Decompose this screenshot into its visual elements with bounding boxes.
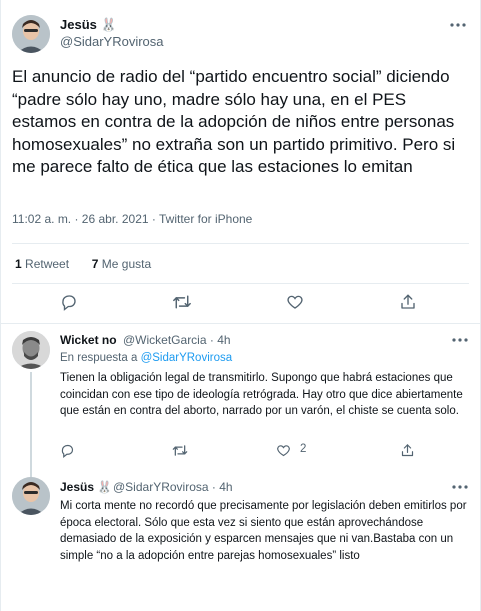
avatar[interactable] (12, 331, 50, 369)
reply-icon[interactable] (59, 292, 79, 312)
tweet-text: Mi corta mente no recordó que precisamen… (60, 500, 467, 562)
divider (12, 283, 469, 284)
author-handle[interactable]: @SidarYRovirosa · 4h (113, 480, 233, 494)
author-handle[interactable]: @WicketGarcia · 4h (123, 333, 231, 347)
author-name[interactable]: Wicket no (60, 333, 117, 347)
author-name[interactable]: Jesüs 🐰 (60, 17, 117, 33)
tweet-thread: Jesüs 🐰 @SidarYRovirosa El anuncio de ra… (0, 0, 481, 611)
tweet-stats: 1 Retweet 7 Me gusta (15, 257, 151, 271)
more-icon[interactable] (449, 16, 467, 34)
retweet-label[interactable]: Retweet (25, 257, 69, 271)
like-count: 2 (300, 443, 307, 455)
tweet-meta[interactable]: 11:02 a. m. · 26 abr. 2021 · Twitter for… (12, 212, 252, 226)
retweet-icon[interactable] (172, 442, 188, 458)
retweet-count[interactable]: 1 (15, 257, 22, 271)
more-icon[interactable] (451, 331, 469, 349)
share-icon[interactable] (399, 442, 415, 458)
like-icon[interactable] (275, 442, 291, 458)
avatar[interactable] (12, 15, 50, 53)
tweet-text: Tienen la obligación legal de transmitir… (60, 372, 463, 417)
share-icon[interactable] (398, 292, 418, 312)
like-icon[interactable] (285, 292, 305, 312)
divider (1, 323, 480, 324)
reply-icon[interactable] (59, 442, 75, 458)
thread-connector (30, 372, 32, 477)
reply-context: En respuesta a @SidarYRovirosa (60, 352, 232, 364)
tweet-text: El anuncio de radio del “partido encuent… (12, 67, 456, 176)
reply-prefix: En respuesta a (60, 352, 138, 364)
like-count[interactable]: 7 (92, 257, 99, 271)
divider (12, 243, 469, 244)
reply-to-link[interactable]: @SidarYRovirosa (141, 352, 233, 364)
retweet-icon[interactable] (172, 292, 192, 312)
author-name[interactable]: Jesüs 🐰 (60, 480, 112, 494)
like-label[interactable]: Me gusta (102, 257, 151, 271)
avatar[interactable] (12, 477, 50, 515)
more-icon[interactable] (451, 478, 469, 496)
author-handle[interactable]: @SidarYRovirosa (60, 34, 164, 49)
